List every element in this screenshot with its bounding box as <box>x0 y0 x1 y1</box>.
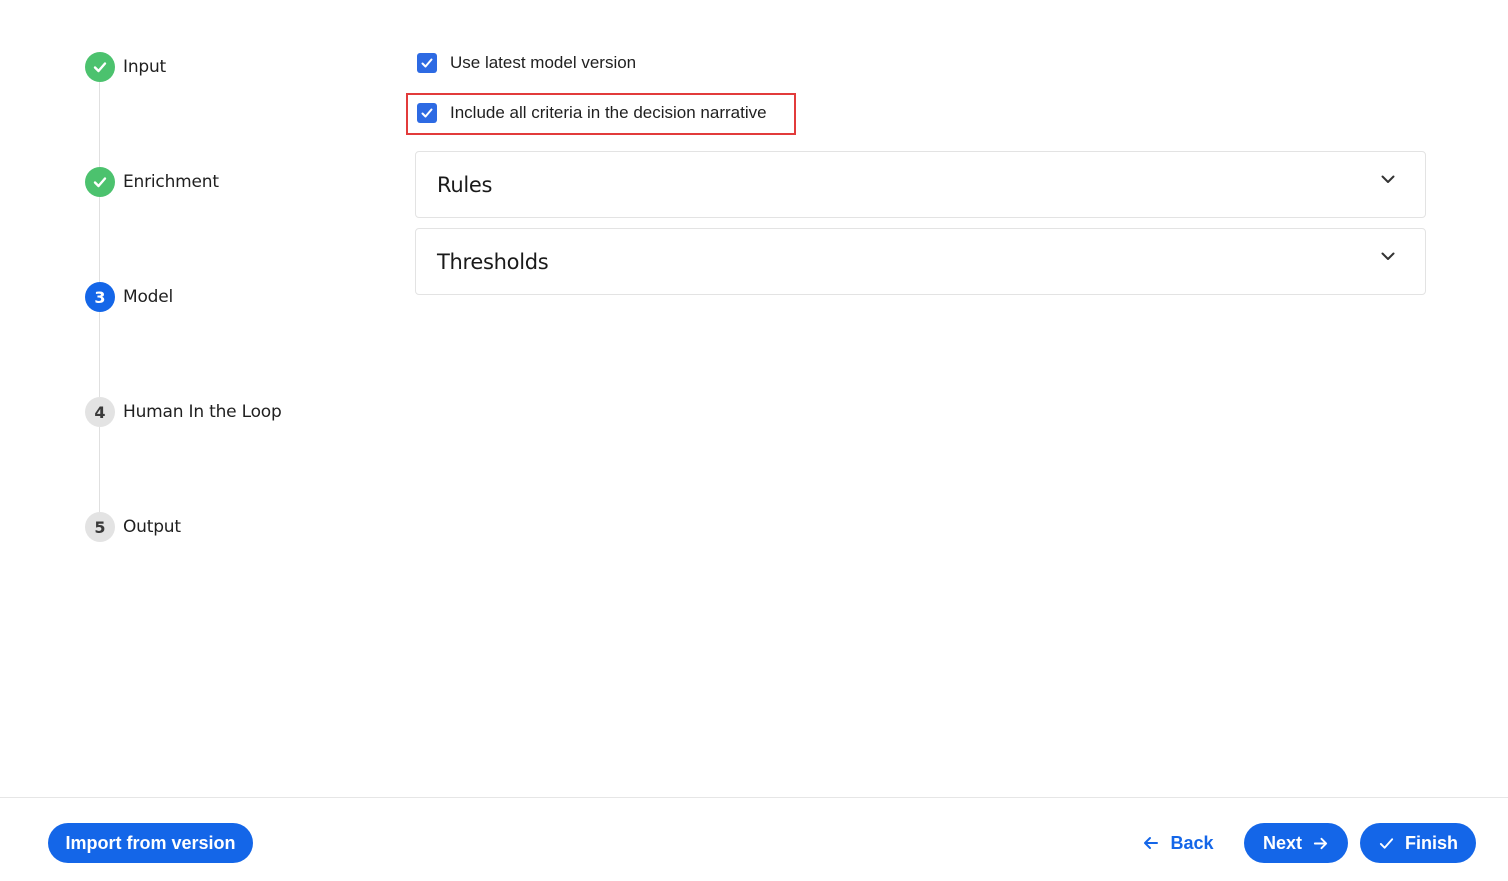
import-from-version-button[interactable]: Import from version <box>48 823 253 863</box>
import-label: Import from version <box>65 832 236 853</box>
wizard-page: Input Enrichment 3 Model 4 Human In the … <box>0 0 1508 881</box>
back-button[interactable]: Back <box>1130 823 1226 863</box>
step-connector <box>99 312 100 397</box>
use-latest-checkbox[interactable] <box>417 53 437 73</box>
step-label: Human In the Loop <box>123 402 282 422</box>
thresholds-accordion[interactable]: Thresholds <box>415 228 1426 295</box>
step-model[interactable]: 3 Model <box>85 282 173 312</box>
finish-button[interactable]: Finish <box>1360 823 1476 863</box>
rules-title: Rules <box>437 172 493 197</box>
back-label: Back <box>1170 832 1214 853</box>
step-output[interactable]: 5 Output <box>85 512 181 542</box>
step-label: Input <box>123 57 167 77</box>
thresholds-title: Thresholds <box>437 249 549 274</box>
step-input[interactable]: Input <box>85 52 166 82</box>
step-human-in-the-loop[interactable]: 4 Human In the Loop <box>85 397 282 427</box>
step-enrichment[interactable]: Enrichment <box>85 167 219 197</box>
use-latest-option[interactable]: Use latest model version <box>417 53 636 73</box>
next-label: Next <box>1262 832 1302 853</box>
check-icon <box>1379 837 1394 849</box>
step-number: 3 <box>85 282 115 312</box>
rules-accordion[interactable]: Rules <box>415 151 1426 218</box>
check-icon <box>85 167 115 197</box>
footer-bar: Import from version Back Next Finish <box>0 797 1508 881</box>
arrow-right-icon <box>1313 837 1328 849</box>
step-label: Output <box>123 517 181 537</box>
next-button[interactable]: Next <box>1244 823 1348 863</box>
step-number: 4 <box>85 397 115 427</box>
step-connector <box>99 197 100 282</box>
check-icon <box>85 52 115 82</box>
step-number: 5 <box>85 512 115 542</box>
highlight-annotation <box>406 93 796 135</box>
step-label: Model <box>123 287 174 307</box>
step-label: Enrichment <box>123 172 219 192</box>
use-latest-label: Use latest model version <box>450 53 637 72</box>
finish-label: Finish <box>1405 832 1458 853</box>
arrow-left-icon <box>1144 837 1159 849</box>
step-connector <box>99 82 100 167</box>
chevron-down-icon[interactable] <box>1379 170 1397 188</box>
step-connector <box>99 427 100 512</box>
chevron-down-icon[interactable] <box>1379 247 1397 265</box>
